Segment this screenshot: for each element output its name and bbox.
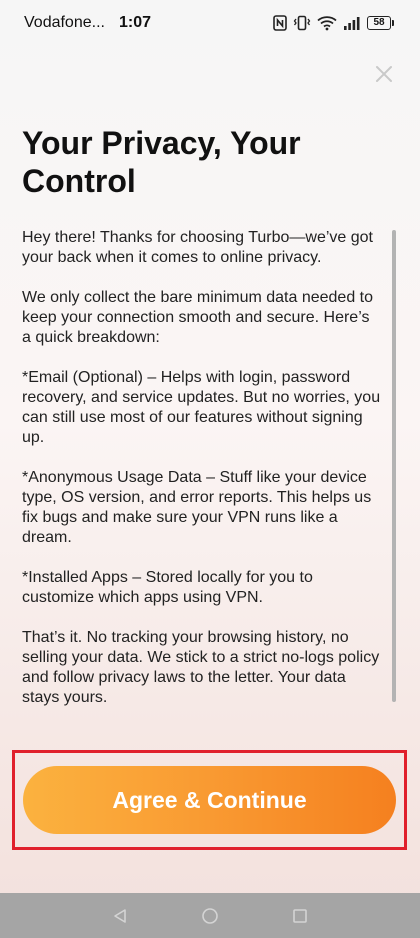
status-left: Vodafone... 1:07: [24, 14, 151, 32]
recents-icon: [293, 908, 307, 923]
status-icons: 58: [273, 15, 394, 31]
policy-paragraph-closing: That’s it. No tracking your browsing his…: [22, 629, 380, 706]
status-time: 1:07: [118, 14, 151, 31]
back-icon: [114, 908, 126, 923]
close-button[interactable]: [371, 63, 397, 89]
policy-paragraph-data-summary: We only collect the bare minimum data ne…: [22, 289, 374, 346]
scrollbar-thumb[interactable]: [392, 230, 396, 702]
close-icon: [375, 65, 393, 88]
policy-paragraph-email: *Email (Optional) – Helps with login, pa…: [22, 369, 381, 446]
agree-continue-button[interactable]: Agree & Continue: [23, 766, 396, 834]
battery-level: 58: [367, 16, 391, 30]
policy-text: Hey there! Thanks for choosing Turbo—we’…: [22, 228, 382, 708]
scrollbar[interactable]: [392, 228, 396, 720]
navigation-bar: [0, 893, 420, 938]
back-button[interactable]: [110, 906, 130, 926]
page-title: Your Privacy, Your Control: [22, 125, 301, 199]
policy-scroll-area[interactable]: Hey there! Thanks for choosing Turbo—we’…: [22, 228, 396, 720]
nfc-icon: [273, 15, 287, 31]
home-button[interactable]: [200, 906, 220, 926]
policy-paragraph-usage-data: *Anonymous Usage Data – Stuff like your …: [22, 469, 372, 546]
policy-paragraph-installed-apps: *Installed Apps – Stored locally for you…: [22, 569, 313, 606]
signal-icon: [343, 15, 361, 31]
carrier-name: Vodafone...: [24, 14, 105, 31]
policy-paragraph-intro: Hey there! Thanks for choosing Turbo—we’…: [22, 229, 373, 266]
battery-icon: 58: [367, 15, 394, 31]
highlight-frame: Agree & Continue: [12, 750, 407, 850]
status-bar: Vodafone... 1:07 58: [0, 0, 420, 46]
home-icon: [202, 907, 218, 924]
recents-button[interactable]: [290, 906, 310, 926]
battery-tip: [392, 20, 394, 26]
vibrate-icon: [293, 15, 311, 31]
wifi-icon: [317, 15, 337, 31]
